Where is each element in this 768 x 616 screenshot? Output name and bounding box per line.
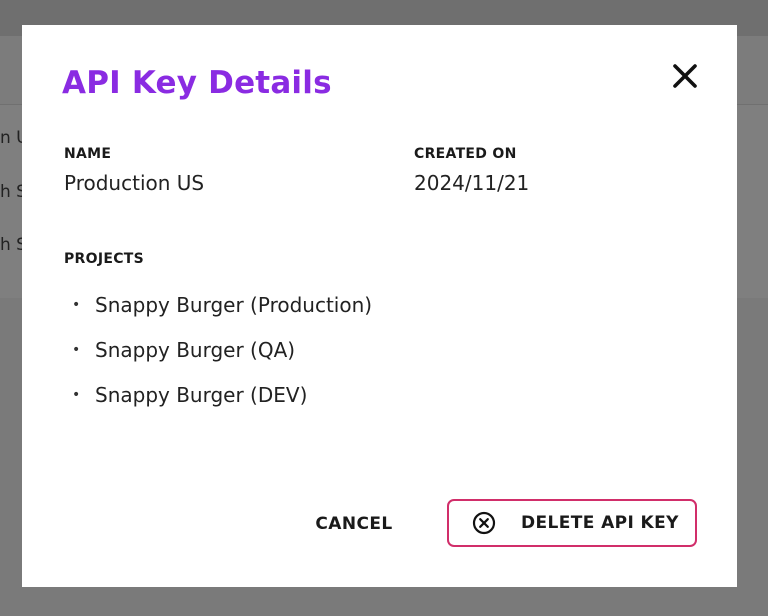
close-icon [670,61,700,91]
list-item: • Snappy Burger (DEV) [72,372,372,417]
projects-label: PROJECTS [64,251,145,267]
project-name: Snappy Burger (QA) [95,337,296,362]
created-on-value: 2024/11/21 [414,171,530,195]
bullet-icon: • [72,296,81,313]
list-item: • Snappy Burger (Production) [72,282,372,327]
circle-x-icon [471,510,497,536]
delete-button-label: DELETE API KEY [521,513,679,533]
delete-api-key-button[interactable]: DELETE API KEY [447,499,697,547]
projects-list: • Snappy Burger (Production) • Snappy Bu… [72,282,372,417]
api-key-details-modal: API Key Details NAME Production US CREAT… [22,25,737,587]
project-name: Snappy Burger (Production) [95,292,373,317]
bullet-icon: • [72,341,81,358]
list-item: • Snappy Burger (QA) [72,327,372,372]
project-name: Snappy Burger (DEV) [95,382,308,407]
cancel-button[interactable]: CANCEL [304,507,404,541]
created-on-label: CREATED ON [414,146,517,162]
name-label: NAME [64,146,112,162]
close-button[interactable] [670,61,700,91]
modal-title: API Key Details [62,65,332,101]
bullet-icon: • [72,386,81,403]
name-value: Production US [64,171,205,195]
